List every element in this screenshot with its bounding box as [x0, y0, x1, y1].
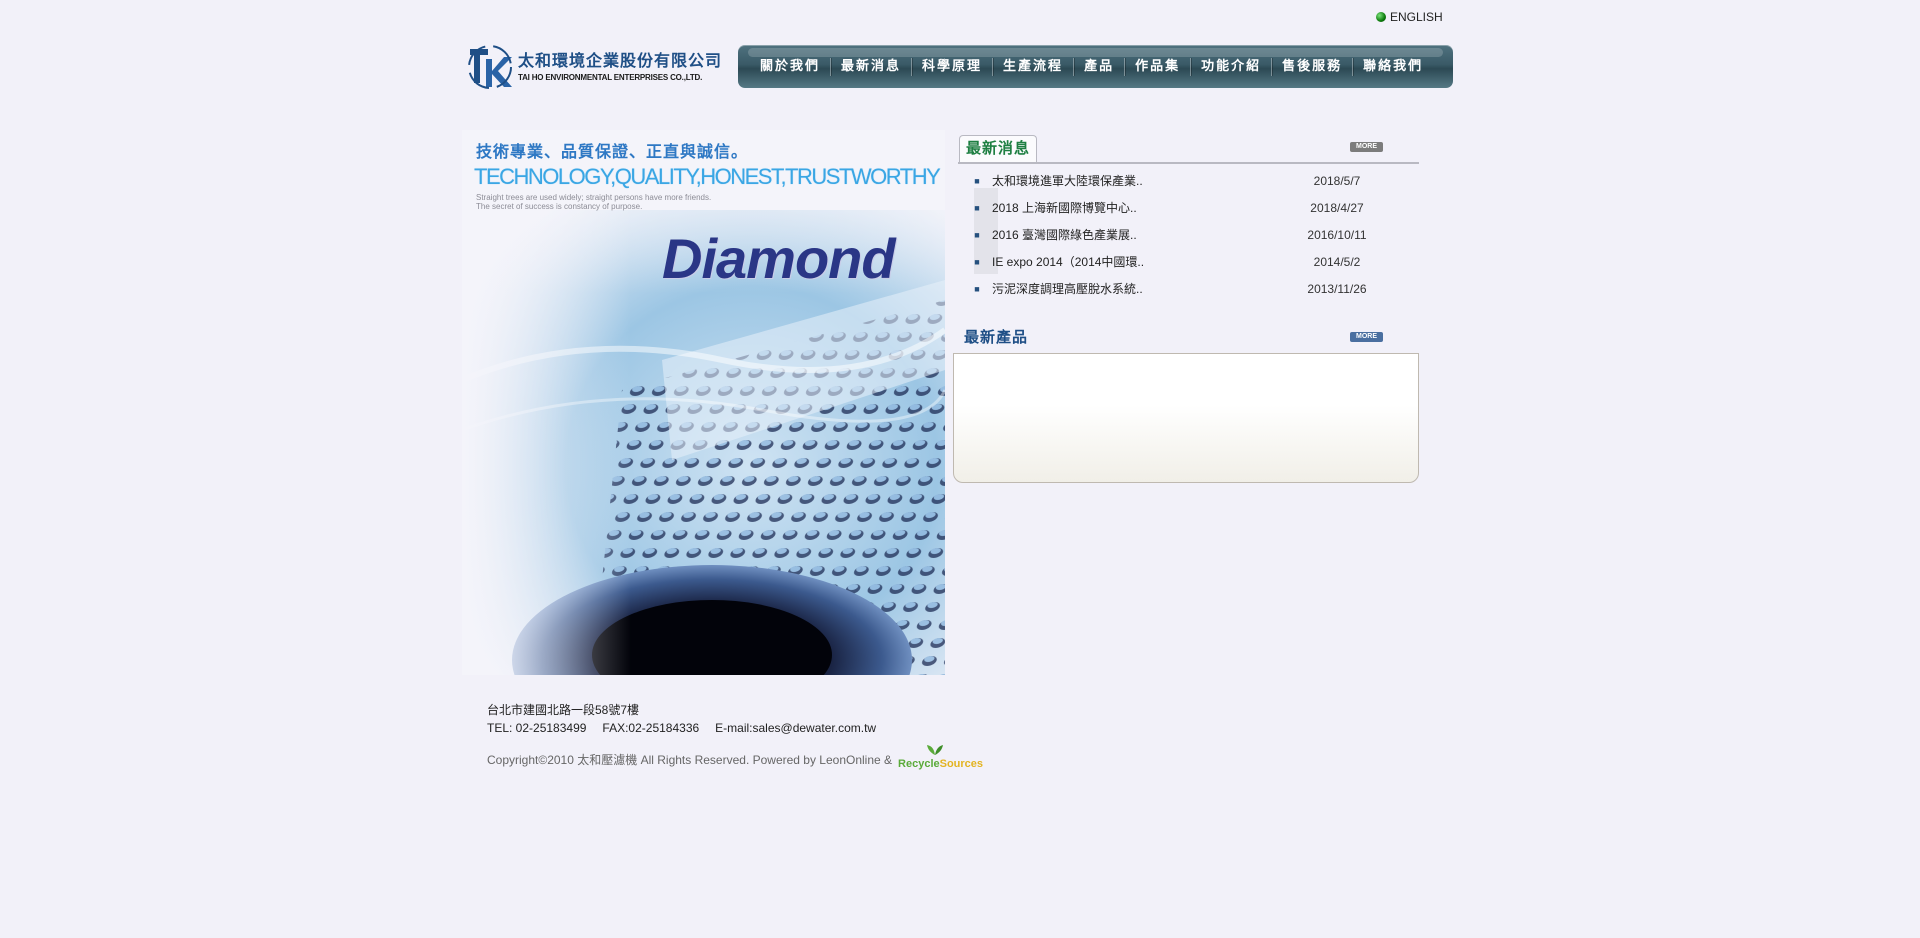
nav-item-products[interactable]: 產品: [1074, 57, 1124, 77]
nav-item-science[interactable]: 科學原理: [912, 57, 992, 77]
logo-text-sources: Sources: [939, 758, 984, 770]
footer-email[interactable]: E-mail:sales@dewater.com.tw: [715, 721, 876, 735]
square-bullet-icon: ■: [974, 203, 980, 213]
nav-item-news[interactable]: 最新消息: [831, 57, 911, 77]
news-item[interactable]: ■ 污泥深度調理高壓脫水系統.. 2013/11/26: [966, 276, 1419, 303]
square-bullet-icon: ■: [974, 257, 980, 267]
nav-item-process[interactable]: 生產流程: [993, 57, 1073, 77]
hero-subtext-line-2: The secret of success is constancy of pu…: [476, 202, 643, 211]
news-item-date: 2018/4/27: [1310, 201, 1364, 215]
products-more-button[interactable]: MORE: [1350, 332, 1383, 342]
main-nav: 關於我們 最新消息 科學原理 生產流程 產品 作品集 功能介紹 售後服務 聯絡我…: [738, 45, 1453, 88]
footer-address: 台北市建國北路一段58號7樓: [487, 703, 640, 717]
hero-subtext-line-1: Straight trees are used widely; straight…: [476, 193, 712, 202]
leaf-icon: [927, 745, 944, 755]
news-item[interactable]: ■ 2016 臺灣國際綠色產業展.. 2016/10/11: [966, 222, 1419, 249]
news-panel: 最新消息 MORE ■ 太和環境進軍大陸環保產業.. 2018/5/7 ■ 20…: [958, 135, 1419, 303]
green-dot-icon: [1376, 12, 1386, 22]
hero-slogan: 技術專業、品質保證、正直與誠信。: [476, 144, 749, 161]
news-item[interactable]: ■ 2018 上海新國際博覽中心.. 2018/4/27: [966, 195, 1419, 222]
news-header: 最新消息 MORE: [958, 135, 1419, 164]
nav-item-service[interactable]: 售後服務: [1272, 57, 1352, 77]
news-item-date: 2018/5/7: [1313, 174, 1361, 188]
news-item-date: 2013/11/26: [1307, 282, 1367, 296]
news-list: ■ 太和環境進軍大陸環保產業.. 2018/5/7 ■ 2018 上海新國際博覽…: [966, 168, 1419, 303]
nav-item-features[interactable]: 功能介紹: [1191, 57, 1271, 77]
tk-logo-icon: [468, 45, 512, 89]
news-more-button[interactable]: MORE: [1350, 142, 1383, 152]
footer-tel: TEL: 02-25183499: [487, 721, 587, 735]
news-item-title[interactable]: 污泥深度調理高壓脫水系統..: [988, 276, 1292, 303]
language-link[interactable]: ENGLISH: [1376, 10, 1443, 24]
square-bullet-icon: ■: [974, 284, 980, 294]
company-name-cn: 太和環境企業股份有限公司: [518, 50, 723, 70]
copyright-text: Copyright©2010 太和壓濾機 All Rights Reserved…: [487, 752, 893, 767]
nav-item-about[interactable]: 關於我們: [750, 57, 830, 77]
recyclesources-logo[interactable]: RecycleSources: [898, 745, 984, 770]
logo-text-recycle: Recycle: [898, 758, 940, 770]
products-panel: 最新產品 MORE: [953, 325, 1419, 483]
hero-image: [462, 130, 945, 675]
company-name-en: TAI HO ENVIRONMENTAL ENTERPRISES CO.,LTD…: [518, 72, 703, 82]
products-title: 最新產品: [964, 329, 1029, 346]
news-item-title[interactable]: IE expo 2014（2014中國環..: [988, 249, 1292, 276]
news-item-date: 2014/5/2: [1313, 255, 1361, 269]
company-logo[interactable]: 太和環境企業股份有限公司 TAI HO ENVIRONMENTAL ENTERP…: [466, 42, 728, 90]
footer: 台北市建國北路一段58號7樓 TEL: 02-25183499 FAX:02-25…: [487, 701, 876, 737]
logo-text: 太和環境企業股份有限公司 TAI HO ENVIRONMENTAL ENTERP…: [518, 51, 722, 82]
hero-subtext: Straight trees are used widely; straight…: [476, 193, 711, 211]
hero-tagline: TECHNOLOGY,QUALITY,HONEST,TRUSTWORTHY: [474, 164, 941, 189]
footer-contact: TEL: 02-25183499 FAX:02-25184336 E-mail:sa…: [487, 719, 876, 737]
news-item[interactable]: ■ IE expo 2014（2014中國環.. 2014/5/2: [966, 249, 1419, 276]
square-bullet-icon: ■: [974, 230, 980, 240]
footer-copyright: Copyright©2010 太和壓濾機 All Rights Reserved…: [487, 745, 984, 770]
news-item-title[interactable]: 2016 臺灣國際綠色產業展..: [988, 222, 1292, 249]
nav-item-contact[interactable]: 聯絡我們: [1353, 57, 1433, 77]
products-header: 最新產品 MORE: [953, 325, 1419, 351]
nav-item-portfolio[interactable]: 作品集: [1125, 57, 1190, 77]
news-title: 最新消息: [959, 135, 1038, 162]
footer-fax: FAX:02-25184336: [602, 721, 700, 735]
news-item-title[interactable]: 2018 上海新國際博覽中心..: [988, 195, 1292, 222]
square-bullet-icon: ■: [974, 176, 980, 186]
news-item[interactable]: ■ 太和環境進軍大陸環保產業.. 2018/5/7: [966, 168, 1419, 195]
hero-banner: 技術專業、品質保證、正直與誠信。 TECHNOLOGY,QUALITY,HONE…: [462, 130, 945, 675]
products-box: [953, 353, 1419, 483]
news-item-date: 2016/10/11: [1307, 228, 1367, 242]
language-label: ENGLISH: [1390, 10, 1443, 24]
page: ENGLISH 太和環境企業股份有限公司 TAI HO ENVIRONMENTA…: [0, 0, 1920, 938]
news-item-title[interactable]: 太和環境進軍大陸環保產業..: [988, 168, 1292, 195]
hero-brand: Diamond: [662, 227, 896, 290]
